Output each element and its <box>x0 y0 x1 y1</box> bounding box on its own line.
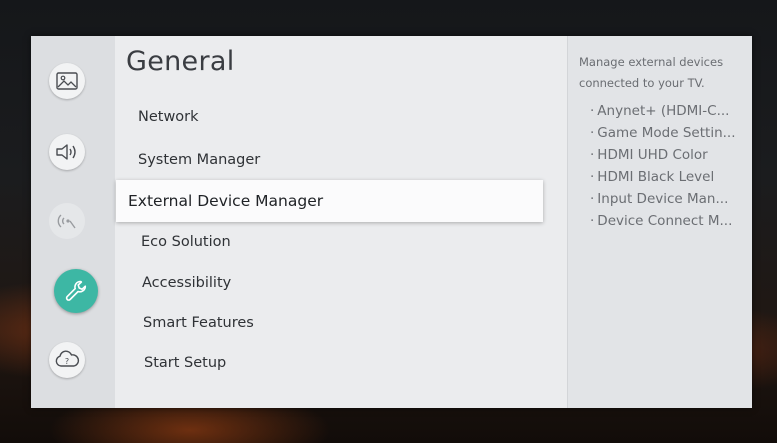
menu-item-external-device-manager[interactable]: External Device Manager <box>116 180 543 222</box>
menu-item-system-manager[interactable]: System Manager <box>138 148 260 172</box>
list-item: · Game Mode Settin... <box>590 125 736 141</box>
general-menu: General Network System Manager External … <box>115 36 567 408</box>
tv-screen: ? General Network System Manager Externa… <box>0 0 777 443</box>
picture-icon <box>56 72 78 90</box>
rail-item-picture[interactable] <box>49 63 85 99</box>
list-item: · Input Device Man... <box>590 191 729 207</box>
wrench-icon <box>63 278 89 304</box>
menu-item-accessibility[interactable]: Accessibility <box>142 271 231 295</box>
submenu-preview-list: · Anynet+ (HDMI-C... · Game Mode Settin...… <box>590 100 750 232</box>
description-panel: Manage external devices connected to you… <box>567 36 752 408</box>
list-item: · HDMI UHD Color <box>590 147 708 163</box>
settings-panel: ? General Network System Manager Externa… <box>31 36 752 408</box>
list-item: · Device Connect M... <box>590 213 733 229</box>
sound-icon <box>55 143 79 161</box>
list-item: · HDMI Black Level <box>590 169 715 185</box>
support-cloud-icon: ? <box>54 350 80 370</box>
page-title: General <box>126 46 235 77</box>
broadcasting-icon <box>56 210 78 232</box>
category-rail: ? <box>31 36 115 408</box>
rail-item-sound[interactable] <box>49 134 85 170</box>
list-item: · Anynet+ (HDMI-C... <box>590 103 730 119</box>
svg-text:?: ? <box>65 357 69 366</box>
description-text: Manage external devices connected to you… <box>579 55 724 90</box>
menu-item-smart-features[interactable]: Smart Features <box>143 311 254 335</box>
rail-item-general[interactable] <box>54 269 98 313</box>
rail-item-support[interactable]: ? <box>49 342 85 378</box>
rail-item-broadcasting[interactable] <box>49 203 85 239</box>
menu-item-network[interactable]: Network <box>138 105 199 129</box>
menu-item-start-setup[interactable]: Start Setup <box>144 351 226 375</box>
menu-item-eco-solution[interactable]: Eco Solution <box>141 230 231 254</box>
